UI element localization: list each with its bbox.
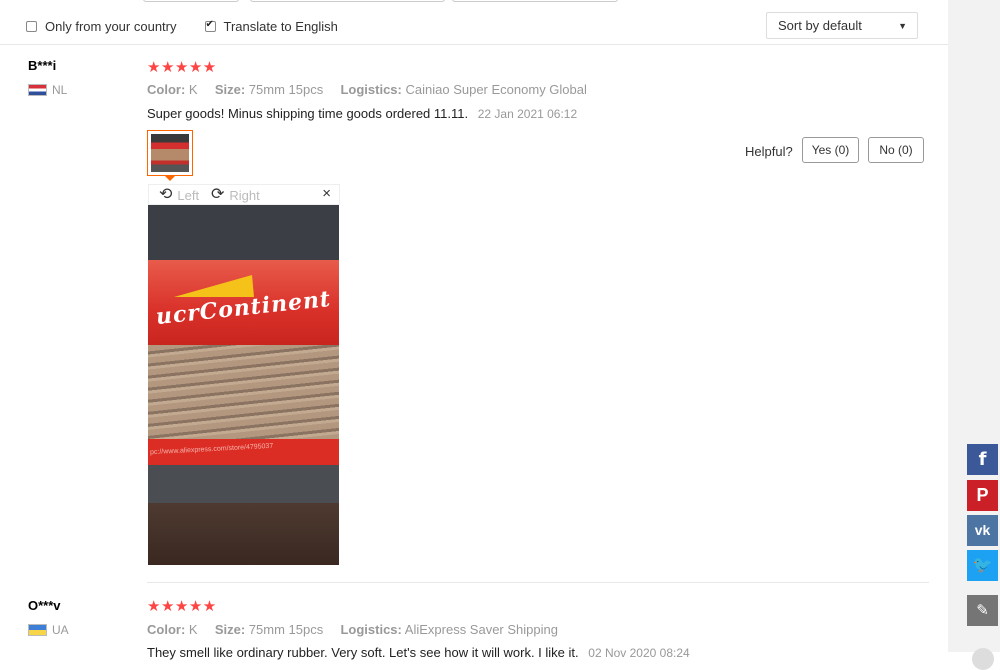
attr-color-value: K	[188, 82, 198, 97]
star-rating: ★★★★★	[147, 598, 217, 615]
helpful-yes-button[interactable]: Yes (0)	[802, 137, 859, 163]
review-text: They smell like ordinary rubber. Very so…	[147, 645, 690, 660]
facebook-icon: f	[978, 449, 987, 470]
review-attributes: Color: K Size: 75mm 15pcs Logistics: Ali…	[147, 622, 558, 637]
vk-icon: vk	[974, 522, 991, 538]
twitter-icon: 🐦	[972, 557, 993, 574]
sort-value: Sort by default	[778, 18, 862, 33]
rotate-right-label: Right	[229, 187, 260, 203]
rotate-right-icon: ⟳	[211, 186, 225, 203]
attr-size-key: Size:	[214, 82, 246, 97]
review-body: Super goods! Minus shipping time goods o…	[147, 106, 469, 121]
attr-size-value: 75mm 15pcs	[248, 622, 324, 637]
flag-nl-icon	[28, 84, 47, 96]
attr-color-value: K	[188, 622, 198, 637]
only-country-label: Only from your country	[45, 18, 177, 34]
review-photo-large[interactable]: ucrContinent pc://www.aliexpress.com/sto…	[148, 205, 339, 565]
helpful-no-button[interactable]: No (0)	[868, 137, 924, 163]
pinterest-share-button[interactable]: P	[967, 480, 998, 511]
thumbnail-image	[151, 134, 189, 172]
reviewer-name: B***i	[28, 58, 57, 73]
reviewer-country: NL	[52, 83, 68, 97]
translate-checkbox[interactable]	[204, 19, 216, 32]
pencil-icon: ✎	[976, 602, 989, 619]
star-rating: ★★★★★	[147, 59, 217, 76]
rotate-right-button[interactable]: ⟳ Right	[211, 186, 260, 204]
attr-logistics-value: Cainiao Super Economy Global	[405, 82, 587, 97]
translate-filter[interactable]: Translate to English	[204, 18, 338, 34]
helpful-label: Helpful?	[745, 144, 793, 159]
reviewer-country: UA	[52, 623, 69, 637]
attr-logistics-key: Logistics:	[340, 82, 402, 97]
image-viewer-toolbar: ⟲ Left ⟳ Right ×	[148, 184, 340, 205]
attr-color-key: Color:	[147, 622, 186, 637]
facebook-share-button[interactable]: f	[967, 444, 998, 475]
chevron-down-icon: ▼	[898, 21, 907, 31]
review-date: 02 Nov 2020 08:24	[588, 646, 690, 660]
rotate-left-icon: ⟲	[159, 186, 173, 203]
review-attributes: Color: K Size: 75mm 15pcs Logistics: Cai…	[147, 82, 587, 97]
top-tab-2[interactable]	[250, 0, 445, 2]
rotate-left-button[interactable]: ⟲ Left	[159, 186, 199, 204]
attr-size-key: Size:	[214, 622, 246, 637]
edit-button[interactable]: ✎	[967, 595, 998, 626]
thumbnail-pointer	[165, 176, 175, 181]
photo-lures	[148, 345, 339, 440]
reviewer-name: O***v	[28, 598, 61, 613]
only-country-filter[interactable]: Only from your country	[26, 19, 177, 34]
close-icon[interactable]: ×	[322, 185, 331, 202]
review-divider	[147, 582, 929, 583]
feedback-panel: Only from your country Translate to Engl…	[0, 0, 948, 660]
vk-share-button[interactable]: vk	[967, 515, 998, 546]
attr-color-key: Color:	[147, 82, 186, 97]
rotate-left-label: Left	[177, 187, 200, 203]
review-body: They smell like ordinary rubber. Very so…	[147, 645, 579, 660]
photo-table	[148, 503, 339, 565]
attr-size-value: 75mm 15pcs	[248, 82, 324, 97]
photo-bag-bottom	[148, 465, 339, 505]
top-tab-3[interactable]	[452, 0, 618, 2]
filter-row: Only from your country Translate to Engl…	[26, 14, 338, 38]
divider	[0, 44, 948, 45]
attr-logistics-value: AliExpress Saver Shipping	[404, 622, 558, 637]
translate-label: Translate to English	[223, 18, 338, 34]
attr-logistics-key: Logistics:	[340, 622, 402, 637]
sort-select[interactable]: Sort by default ▼	[766, 12, 918, 39]
flag-ua-icon	[28, 624, 47, 636]
review-text: Super goods! Minus shipping time goods o…	[147, 106, 577, 121]
review-date: 22 Jan 2021 06:12	[477, 107, 578, 121]
scroll-indicator[interactable]	[972, 648, 994, 670]
only-country-checkbox[interactable]	[26, 20, 37, 32]
review-photo-thumbnail[interactable]	[147, 130, 193, 176]
top-tab-1[interactable]	[143, 0, 239, 2]
pinterest-icon: P	[976, 485, 989, 505]
twitter-share-button[interactable]: 🐦	[967, 550, 998, 581]
